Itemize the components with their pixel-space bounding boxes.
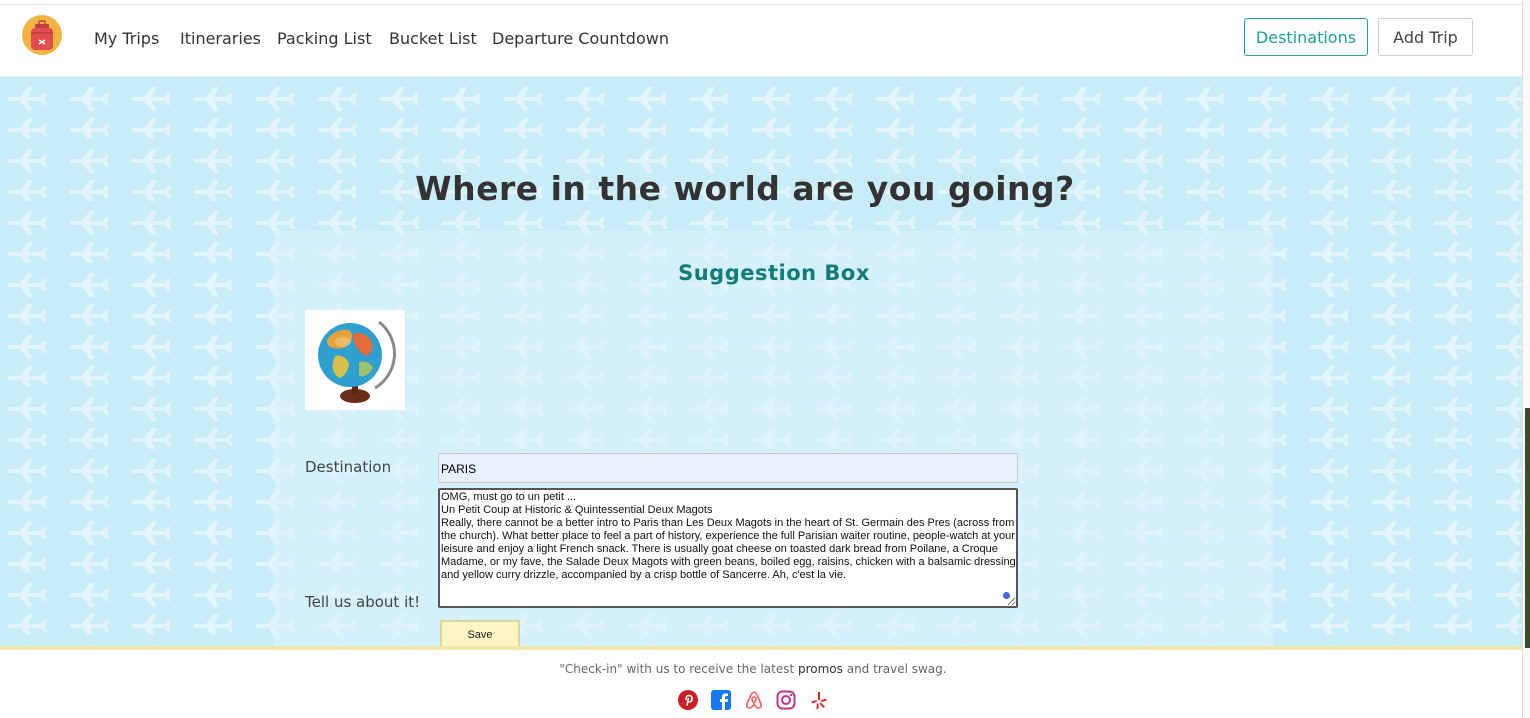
suggestion-card: Suggestion Box Destination OMG, must go … (274, 231, 1274, 646)
globe-image (305, 310, 405, 410)
add-trip-button[interactable]: Add Trip (1378, 18, 1473, 56)
pinterest-icon[interactable] (678, 690, 698, 710)
destination-label: Destination (305, 458, 392, 476)
yelp-icon[interactable] (809, 690, 829, 710)
footer-text: "Check-in" with us to receive the latest… (0, 662, 1506, 676)
nav-link-my-trips[interactable]: My Trips (94, 29, 159, 48)
grammar-check-dot-icon[interactable] (1003, 592, 1010, 599)
suggestion-box-title: Suggestion Box (678, 261, 870, 285)
top-navbar: My Trips Itineraries Packing List Bucket… (0, 5, 1522, 77)
story-label: Tell us about it! (305, 593, 421, 611)
story-textarea[interactable]: OMG, must go to un petit ... Un Petit Co… (438, 488, 1018, 608)
background-window-strip (1525, 408, 1530, 648)
suitcase-logo-icon[interactable] (22, 15, 62, 55)
footer-promos-link[interactable]: promos (798, 662, 843, 676)
window-right-edge (1522, 0, 1530, 718)
main-content: Where in the world are you going? Sugges… (0, 77, 1522, 646)
save-button[interactable]: Save (440, 620, 520, 646)
footer-text-after: and travel swag. (842, 662, 947, 676)
facebook-icon[interactable] (711, 690, 731, 710)
nav-link-itineraries[interactable]: Itineraries (180, 29, 261, 48)
nav-link-packing-list[interactable]: Packing List (277, 29, 372, 48)
nav-link-bucket-list[interactable]: Bucket List (389, 29, 477, 48)
page-headline: Where in the world are you going? (415, 169, 1075, 208)
airbnb-icon[interactable] (744, 690, 764, 710)
destinations-button[interactable]: Destinations (1244, 18, 1368, 56)
destination-input[interactable] (438, 453, 1018, 483)
footer-text-before: "Check-in" with us to receive the latest (559, 662, 798, 676)
instagram-icon[interactable] (776, 690, 796, 710)
footer: "Check-in" with us to receive the latest… (0, 646, 1522, 718)
nav-link-departure-countdown[interactable]: Departure Countdown (492, 29, 669, 48)
